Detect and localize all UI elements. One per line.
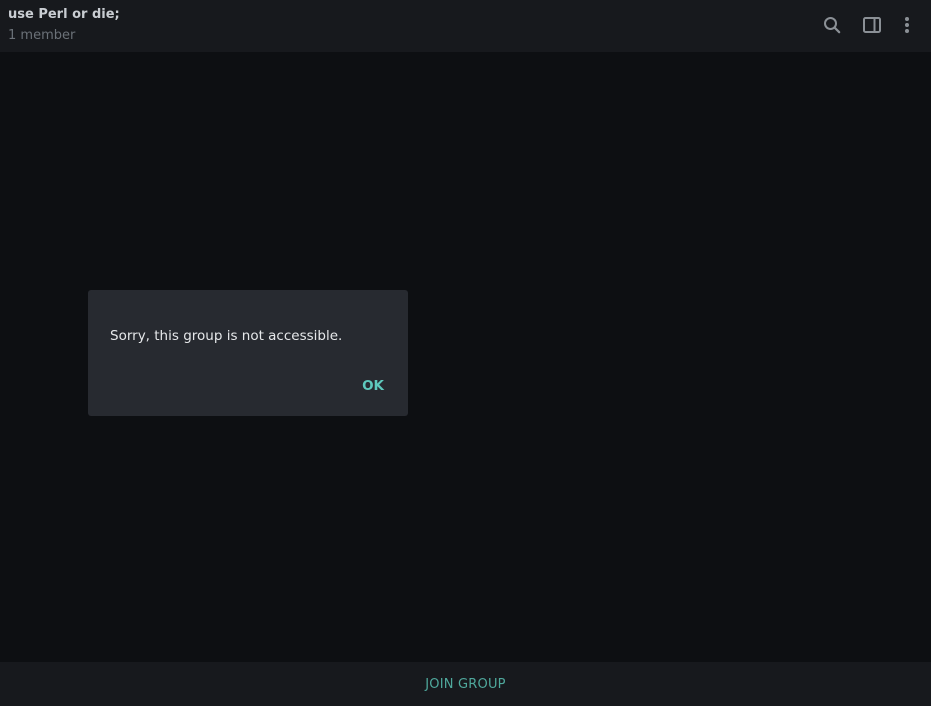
- chat-header: use Perl or die; 1 member: [0, 0, 931, 52]
- join-group-label: JOIN GROUP: [425, 676, 506, 692]
- ok-button[interactable]: OK: [354, 376, 392, 396]
- chat-title[interactable]: use Perl or die;: [8, 7, 120, 22]
- chat-window: use Perl or die; 1 member Sorry, this gr…: [0, 0, 931, 706]
- dialog-message: Sorry, this group is not accessible.: [110, 328, 343, 344]
- more-vertical-icon[interactable]: [896, 14, 918, 36]
- search-icon[interactable]: [821, 14, 843, 36]
- error-dialog: Sorry, this group is not accessible. OK: [88, 290, 408, 416]
- sidebar-panel-icon[interactable]: [861, 14, 883, 36]
- member-count[interactable]: 1 member: [8, 28, 75, 43]
- join-group-button[interactable]: JOIN GROUP: [0, 662, 931, 706]
